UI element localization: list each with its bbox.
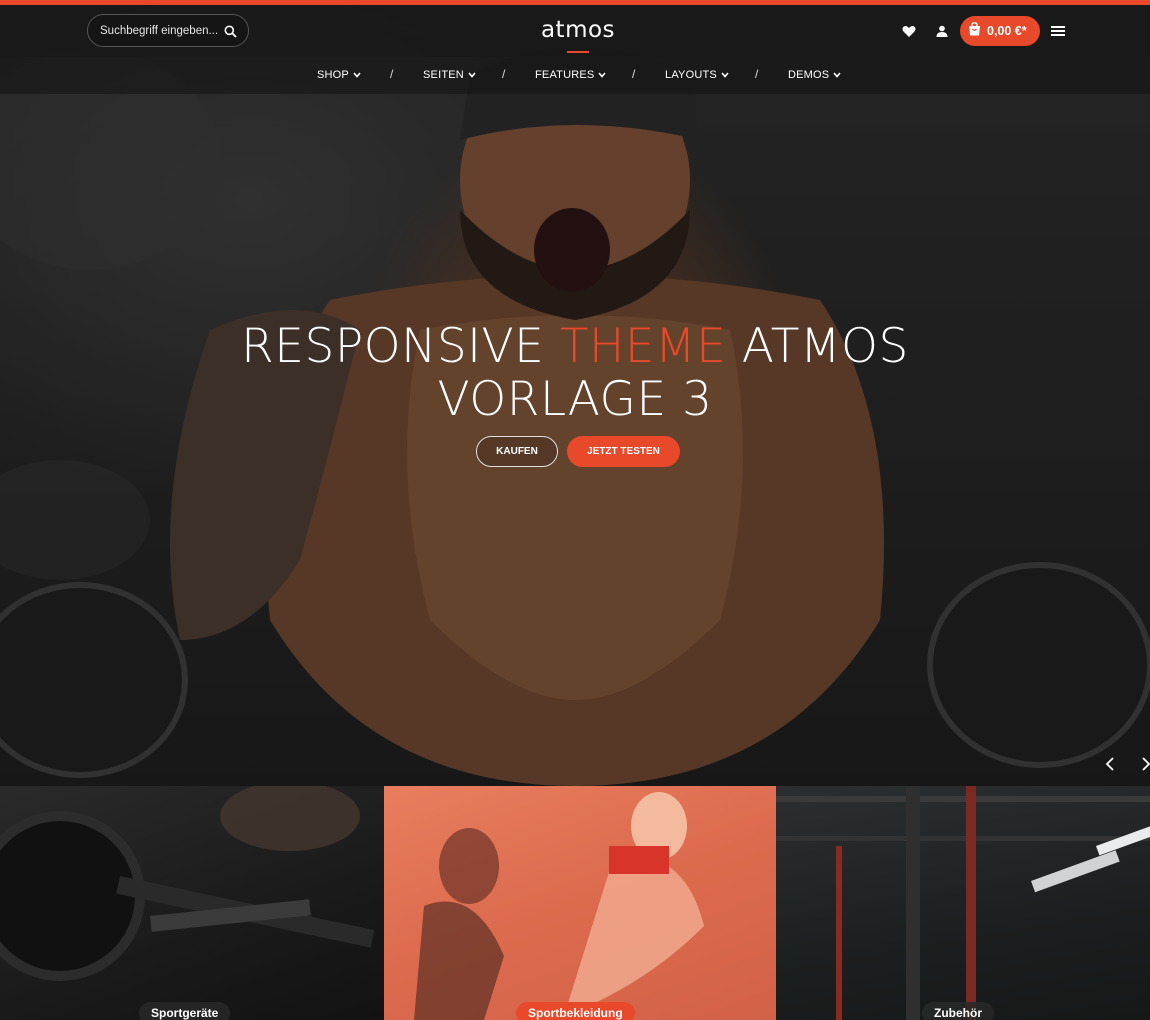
category-image (384, 786, 776, 1020)
brand-logo[interactable]: atmos (520, 17, 636, 43)
nav-item-features[interactable]: FEATURES (535, 69, 607, 81)
hamburger-menu-icon[interactable] (1047, 20, 1069, 42)
nav-item-label: SHOP (317, 69, 349, 81)
nav-item-seiten[interactable]: SEITEN (423, 69, 476, 81)
nav-item-label: SEITEN (423, 69, 464, 81)
nav-separator: / (502, 67, 506, 81)
chevron-left-icon[interactable] (1100, 752, 1120, 776)
shopping-bag-icon (968, 21, 981, 41)
header-bar: atmos 0,00 €* (0, 5, 1150, 57)
cart-total: 0,00 €* (987, 24, 1027, 38)
logo-underline (567, 51, 589, 53)
chevron-down-icon (468, 72, 476, 78)
nav-item-shop[interactable]: SHOP (317, 69, 361, 81)
search-input[interactable] (100, 22, 218, 40)
hero-headline-line1: RESPONSIVE THEME ATMOS (241, 319, 909, 374)
cart-button[interactable]: 0,00 €* (960, 16, 1040, 46)
hero-headline: RESPONSIVE THEME ATMOS VORLAGE 3 (0, 320, 1150, 426)
category-label: Zubehör (922, 1002, 994, 1020)
category-label: Sportgeräte (139, 1002, 231, 1020)
search-icon[interactable] (220, 21, 240, 41)
nav-item-label: LAYOUTS (665, 69, 717, 81)
nav-separator: / (632, 67, 636, 81)
chevron-right-icon[interactable] (1136, 752, 1150, 776)
nav-separator: / (390, 67, 394, 81)
category-tile-sportbekleidung[interactable]: Sportbekleidung (384, 786, 776, 1020)
category-image (776, 786, 1150, 1020)
chevron-down-icon (721, 72, 729, 78)
category-label: Sportbekleidung (516, 1002, 635, 1020)
hero-headline-line2: VORLAGE 3 (437, 372, 713, 427)
nav-item-label: FEATURES (535, 69, 595, 81)
nav-item-demos[interactable]: DEMOS (788, 69, 841, 81)
main-navigation: SHOP / SEITEN / FEATURES / LAYOUTS / DEM… (0, 57, 1150, 94)
user-icon[interactable] (931, 20, 953, 42)
chevron-down-icon (353, 72, 361, 78)
nav-item-label: DEMOS (788, 69, 830, 81)
nav-item-layouts[interactable]: LAYOUTS (665, 69, 729, 81)
buy-button[interactable]: KAUFEN (476, 436, 558, 467)
try-now-button[interactable]: JETZT TESTEN (567, 436, 680, 467)
category-tile-sportgeraete[interactable]: Sportgeräte (0, 786, 384, 1020)
nav-separator: / (755, 67, 759, 81)
chevron-down-icon (833, 72, 841, 78)
search-box (87, 14, 249, 47)
category-image (0, 786, 375, 981)
category-tile-zubehoer[interactable]: Zubehör (776, 786, 1150, 1020)
heart-icon[interactable] (898, 20, 920, 42)
chevron-down-icon (598, 72, 607, 78)
hero-headline-accent: THEME (559, 319, 727, 374)
